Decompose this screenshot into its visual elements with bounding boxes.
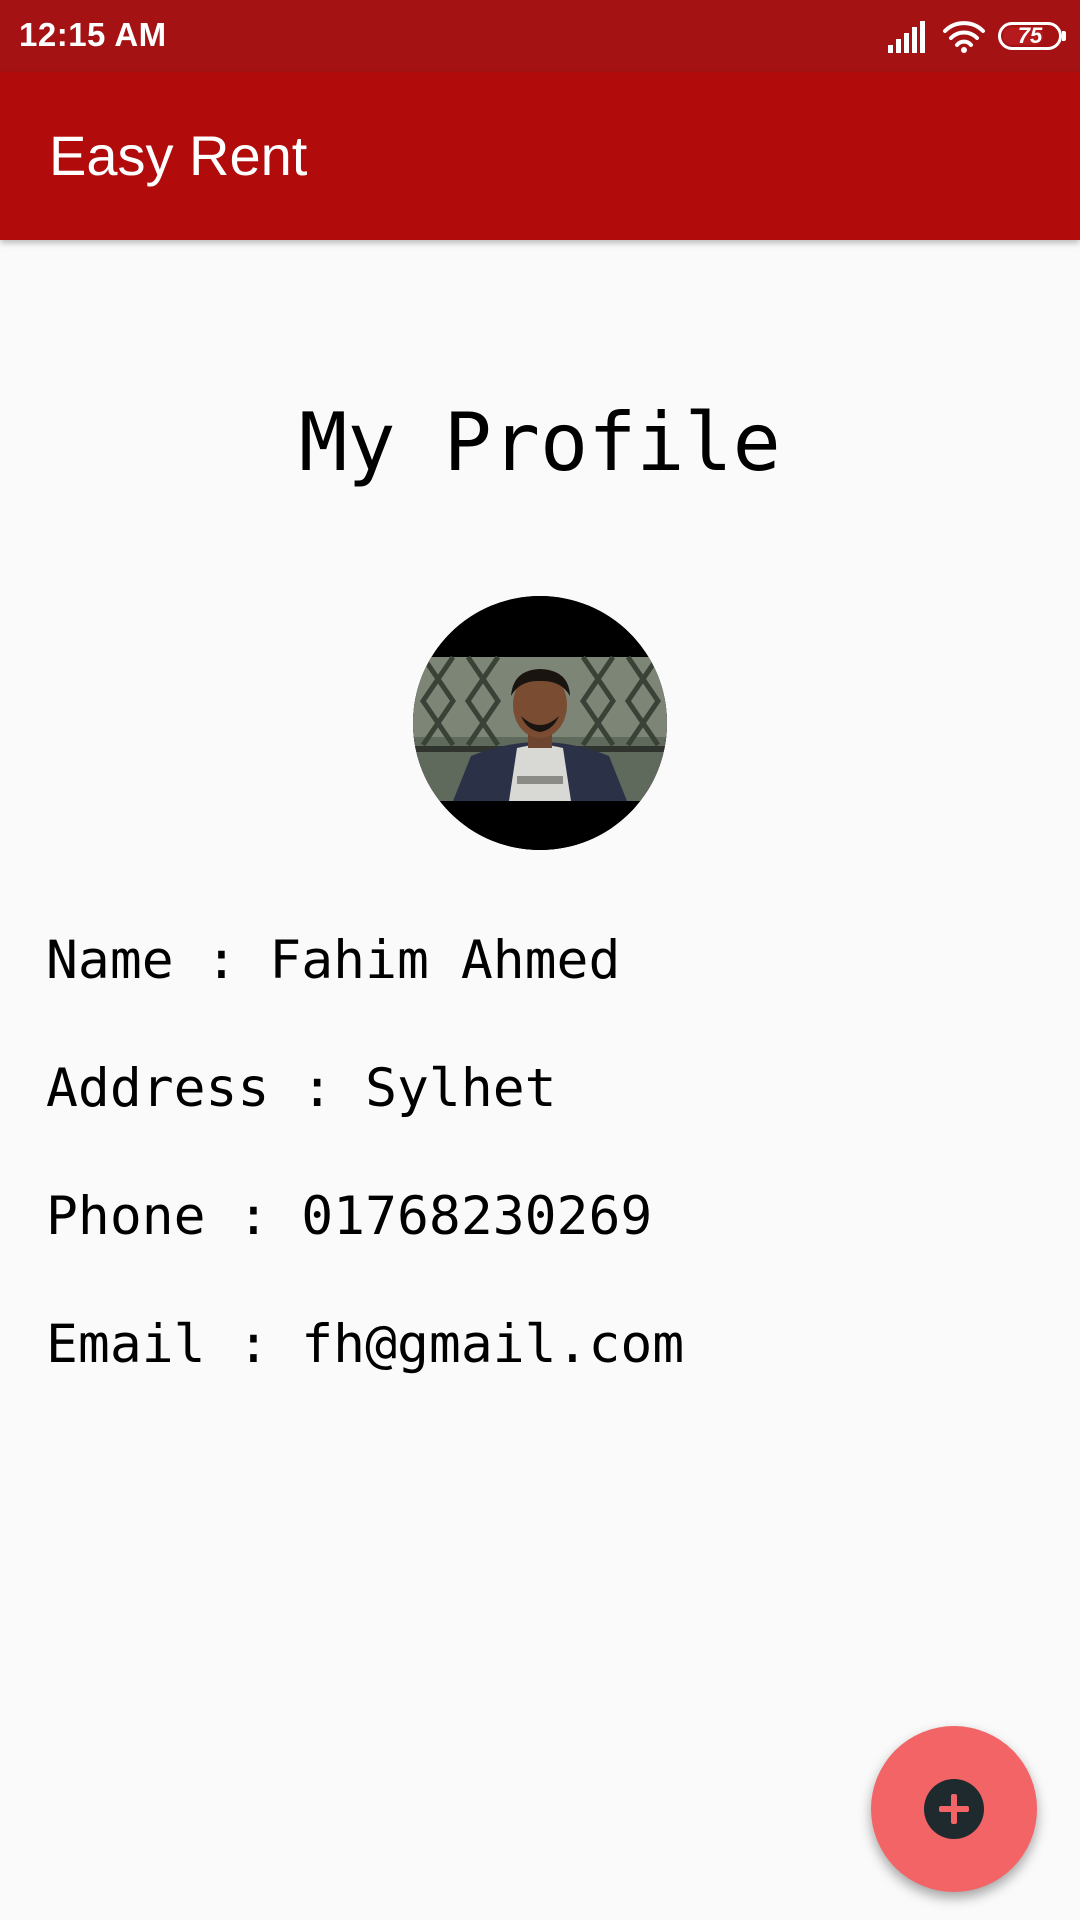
profile-screen: 12:15 AM 75 Easy Rent My Profile Name: …	[0, 0, 1080, 1920]
app-title: Easy Rent	[49, 124, 308, 187]
status-icons: 75	[888, 18, 1066, 54]
avatar	[413, 596, 667, 850]
signal-icon	[888, 21, 925, 53]
battery-level: 75	[1017, 23, 1043, 48]
app-bar: Easy Rent	[0, 72, 1080, 240]
avatar-photo	[413, 596, 667, 850]
page-title: My Profile	[299, 396, 781, 489]
wifi-icon	[943, 21, 985, 53]
add-fab-button[interactable]	[871, 1726, 1037, 1892]
phone-text: Phone : 01768230269	[46, 1186, 653, 1247]
address-text: Address : Sylhet	[46, 1058, 557, 1119]
status-bar: 12:15 AM 75	[0, 0, 1080, 72]
plus-icon	[924, 1779, 984, 1839]
email-text: Email : fh@gmail.com	[46, 1314, 685, 1375]
battery-icon: 75	[998, 22, 1066, 50]
battery-nub	[1062, 31, 1066, 41]
name-text: Name : Fahim Ahmed	[46, 930, 621, 991]
status-time: 12:15 AM	[19, 16, 167, 53]
